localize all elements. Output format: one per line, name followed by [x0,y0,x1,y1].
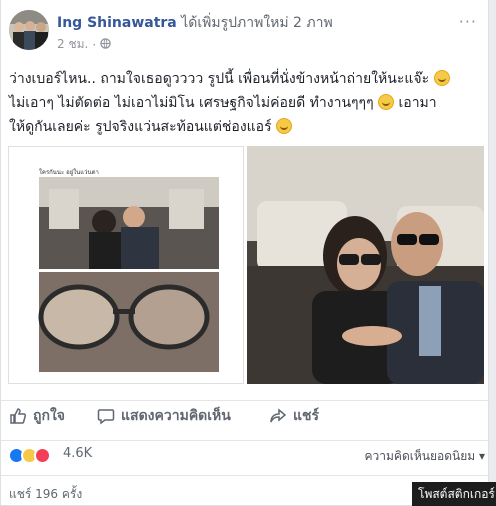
more-options-icon[interactable]: ··· [459,12,477,31]
meta-separator: · [92,37,97,52]
author-avatar[interactable] [9,10,49,50]
love-reaction-icon [34,447,51,464]
comment-button[interactable]: แสดงความคิดเห็น [97,405,231,427]
relieved-emoji-icon [433,70,450,86]
share-count[interactable]: แชร์ 196 ครั้ง [9,485,82,504]
reaction-icons[interactable] [8,447,51,464]
photo-collage[interactable]: ใครกันนะ อยู่ในแว่นตา [8,146,244,384]
post-timestamp[interactable]: 2 ชม. [57,35,88,54]
thumbs-up-icon [10,408,27,424]
like-label: ถูกใจ [33,408,65,424]
audience-globe-icon[interactable] [100,37,111,52]
chevron-down-icon: ▾ [478,449,485,463]
post-actions: ถูกใจ แสดงความคิดเห็น แชร์ [1,400,490,430]
post-card: Ing Shinawatra ได้เพิ่มรูปภาพใหม่ 2 ภาพ … [0,0,490,506]
post-text-line-2: ไม่เอาๆ ไม่ตัดต่อ ไม่เอาไม่มิโน เศรษฐกิจ… [9,95,374,111]
post-text: ว่างเบอร์ไหน.. ถามใจเธอดูวววว รูปนี้ เพื… [9,67,479,139]
post-text-line-2-end: เอามา [398,95,437,111]
comment-sort-label: ความคิดเห็นยอดนิยม [364,449,476,463]
photo-grid: ใครกันนะ อยู่ในแว่นตา [8,146,484,384]
share-button[interactable]: แชร์ [269,405,319,427]
post-action-text: ได้เพิ่มรูปภาพใหม่ 2 ภาพ [181,15,333,31]
share-arrow-icon [270,408,287,423]
author-line: Ing Shinawatra ได้เพิ่มรูปภาพใหม่ 2 ภาพ [57,14,333,32]
sticker-tooltip: โพสต์สติกเกอร์ [412,482,496,506]
author-name[interactable]: Ing Shinawatra [57,15,177,31]
like-button[interactable]: ถูกใจ [9,405,65,427]
relieved-emoji-icon-2 [276,118,293,134]
post-text-line-1: ว่างเบอร์ไหน.. ถามใจเธอดูวววว รูปนี้ เพื… [9,71,430,87]
comment-label: แสดงความคิดเห็น [121,408,231,424]
comment-sort-dropdown[interactable]: ความคิดเห็นยอดนิยม ▾ [365,447,485,466]
hug-emoji-icon [378,94,395,110]
share-label: แชร์ [293,408,320,424]
comment-bubble-icon [97,409,115,425]
post-header: Ing Shinawatra ได้เพิ่มรูปภาพใหม่ 2 ภาพ … [9,10,479,58]
reaction-count[interactable]: 4.6K [63,446,92,461]
photo-selfie[interactable] [247,146,484,384]
post-meta: 2 ชม. · [57,35,111,54]
post-text-line-3: ให้ดูกันเลยค่ะ รูปจริงแว่นสะท้อนแต่ช่องแ… [9,119,272,135]
reactions-bar: 4.6K ความคิดเห็นยอดนิยม ▾ [1,440,490,468]
